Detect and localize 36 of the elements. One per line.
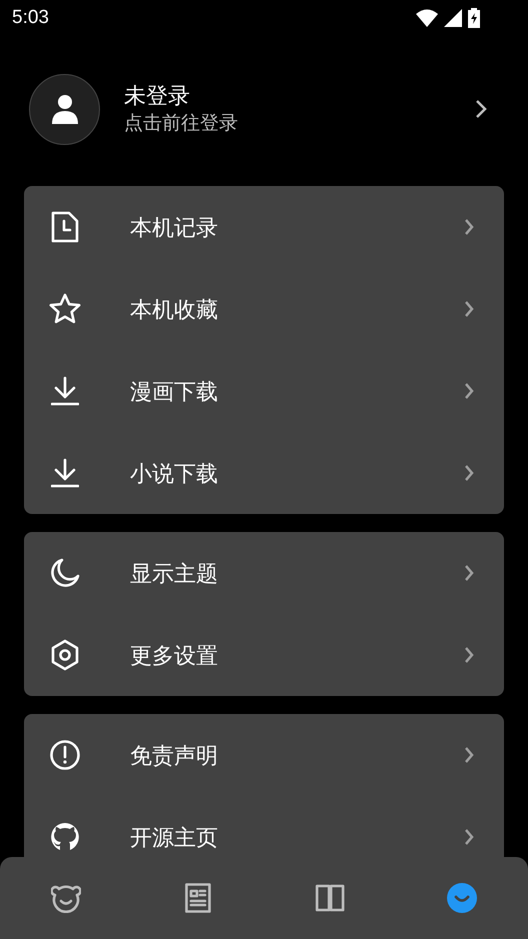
profile-row[interactable]: 未登录 点击前往登录 — [0, 36, 528, 186]
moon-icon — [50, 558, 80, 588]
chevron-icon — [464, 746, 474, 764]
smile-icon — [447, 883, 477, 913]
document-icon — [185, 883, 211, 913]
menu-item[interactable]: 显示主题 — [24, 532, 504, 614]
menu-item[interactable]: 本机记录 — [24, 186, 504, 268]
menu-item[interactable]: 免责声明 — [24, 714, 504, 796]
chevron-icon — [475, 99, 487, 119]
chevron-icon — [464, 564, 474, 582]
chevron-icon — [464, 300, 474, 318]
chevron-icon — [464, 382, 474, 400]
hexagon-icon — [50, 639, 80, 671]
menu-item[interactable]: 漫画下载 — [24, 350, 504, 432]
bear-face-icon — [51, 883, 81, 913]
chevron-icon — [464, 218, 474, 236]
menu-item[interactable]: 开源主页 — [24, 796, 504, 857]
profile-name: 未登录 — [124, 82, 191, 110]
profile-subtitle: 点击前往登录 — [124, 112, 239, 136]
chevron-icon — [464, 646, 474, 664]
chevron-icon — [464, 828, 474, 846]
menu-item[interactable]: 本机收藏 — [24, 268, 504, 350]
document-clock-icon — [50, 211, 80, 243]
wifi-icon — [416, 9, 438, 27]
cat-icon — [50, 822, 80, 852]
battery-icon — [468, 8, 480, 28]
menu-item[interactable]: 小说下载 — [24, 432, 504, 514]
chevron-icon — [464, 464, 474, 482]
menu-item[interactable]: 更多设置 — [24, 614, 504, 696]
download-icon — [51, 376, 79, 406]
status-time: 5:03 — [12, 6, 49, 30]
alert-icon — [49, 739, 81, 771]
signal-icon — [444, 9, 462, 27]
book-icon — [315, 884, 345, 912]
download-icon — [51, 458, 79, 488]
star-icon — [49, 293, 81, 325]
